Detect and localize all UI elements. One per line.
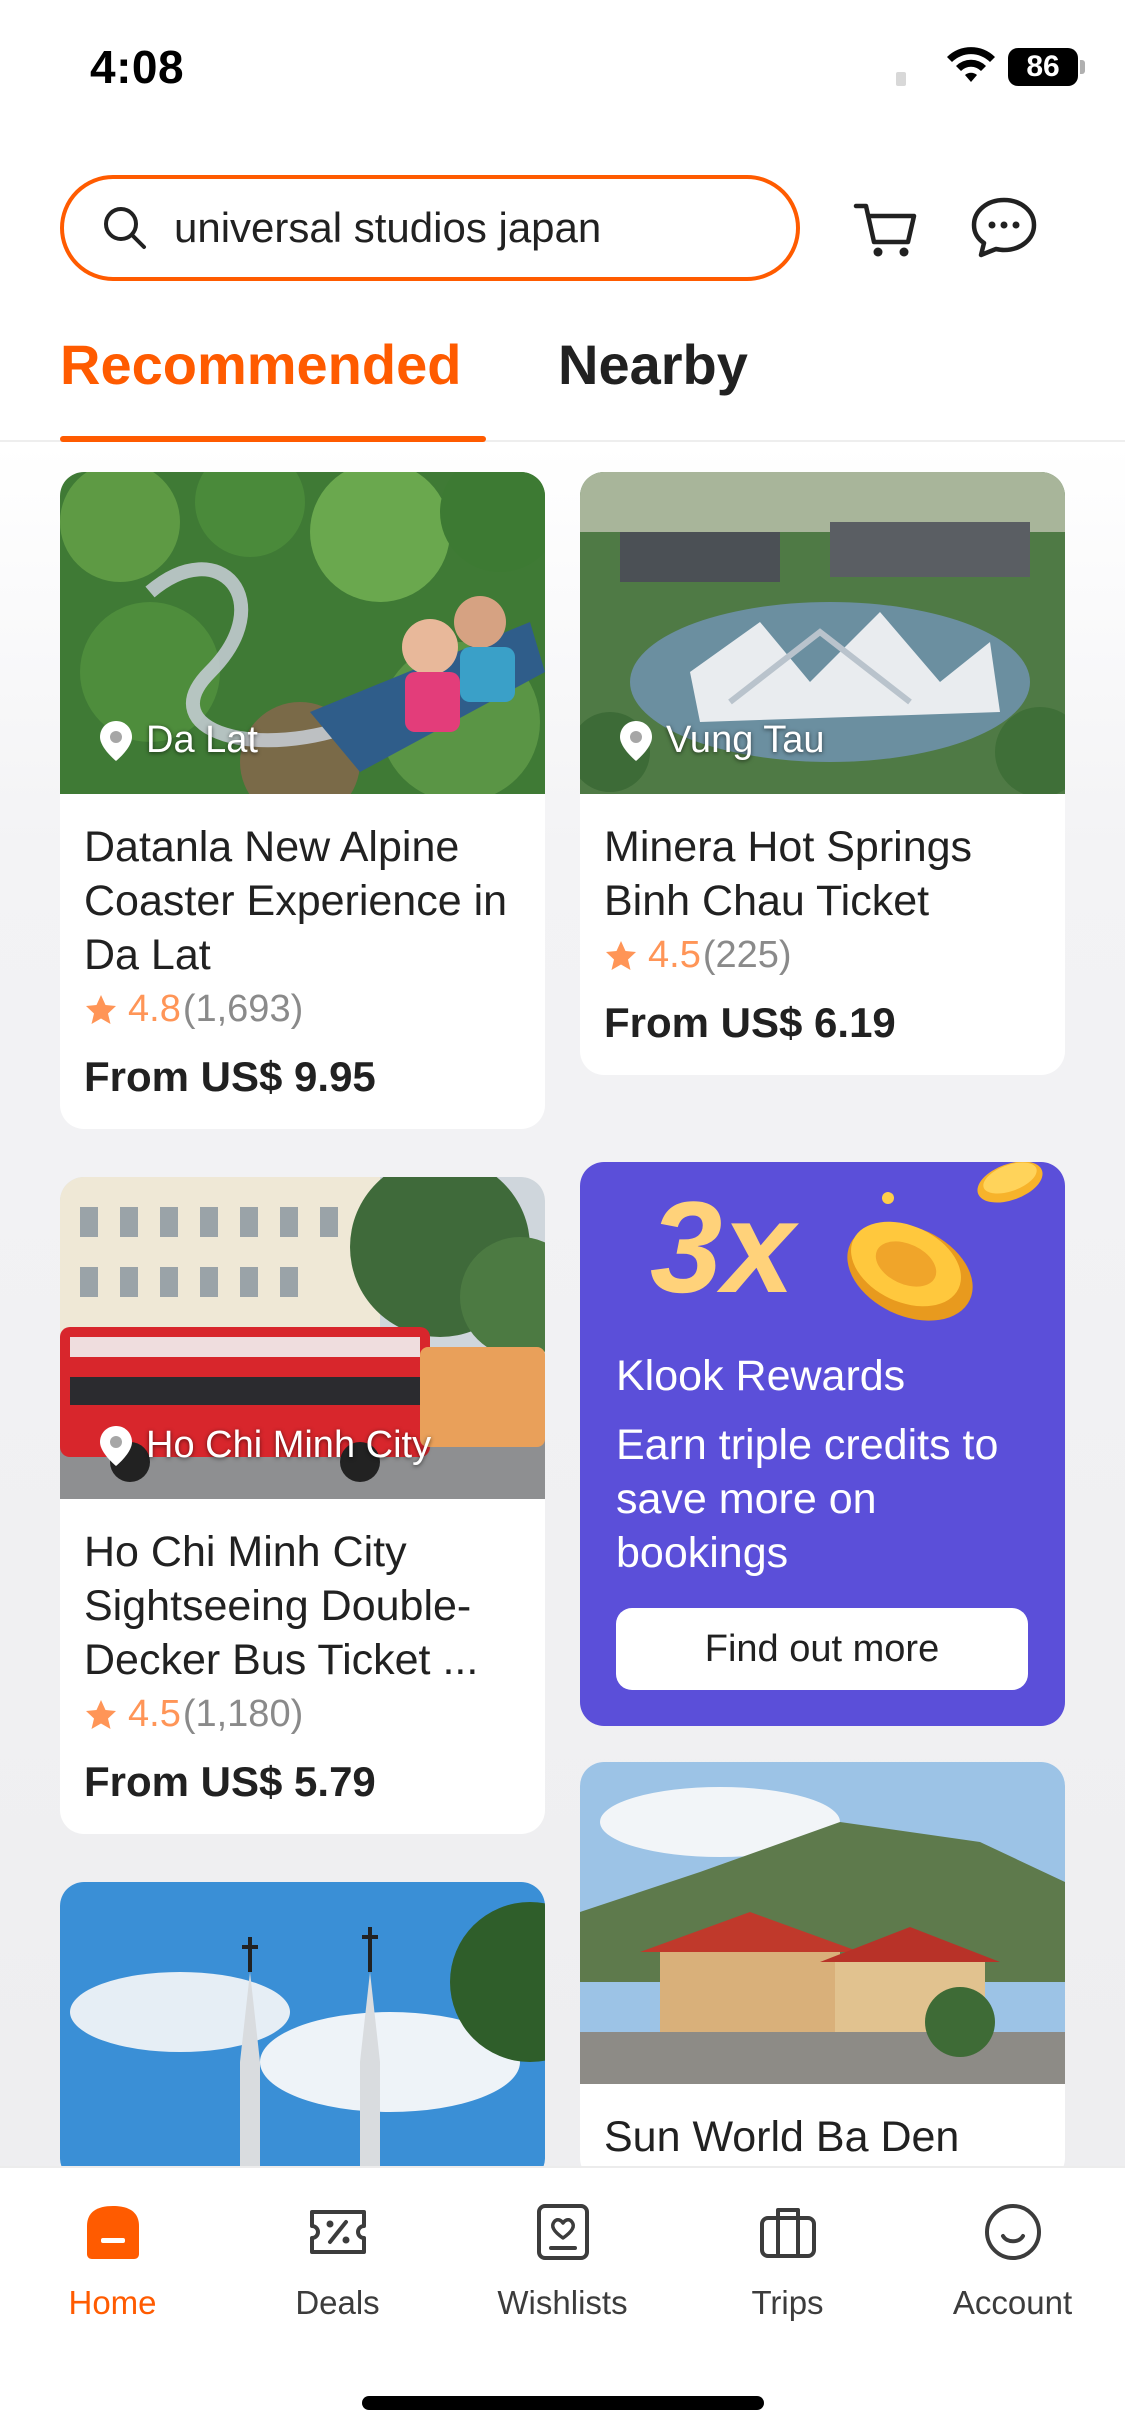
signal-dot xyxy=(896,72,906,86)
location-label: Da Lat xyxy=(146,719,258,761)
tab-recommended[interactable]: Recommended xyxy=(60,332,461,397)
card-image xyxy=(60,1882,545,2166)
card-price: From US$ 5.79 xyxy=(84,1758,376,1805)
location-label: Ho Chi Minh City xyxy=(146,1424,432,1466)
coin-icon xyxy=(847,1162,1043,1321)
review-count: (225) xyxy=(702,934,792,976)
find-out-more-button[interactable]: Find out more xyxy=(616,1608,1028,1690)
wishlist-icon xyxy=(536,2204,589,2260)
nav-home[interactable]: Home xyxy=(0,2200,225,2322)
card-title: Datanla New Alpine Coaster Experience in… xyxy=(84,823,508,979)
status-time: 4:08 xyxy=(90,41,185,93)
nav-label: Account xyxy=(952,2284,1073,2321)
cart-button[interactable] xyxy=(848,190,924,266)
temple-photo xyxy=(580,1762,1065,2084)
rating-value: 4.5 xyxy=(648,934,701,976)
card-price: From US$ 9.95 xyxy=(84,1053,376,1100)
star-icon xyxy=(86,1699,116,1729)
deals-icon xyxy=(309,2210,366,2254)
location-pin-icon xyxy=(100,720,132,761)
star-icon xyxy=(86,994,116,1024)
card-title: Ho Chi Minh City Sightseeing Double-Deck… xyxy=(84,1528,479,1684)
nav-label: Home xyxy=(68,2284,157,2321)
card-rating: 4.5 (225) xyxy=(604,934,1041,977)
battery-indicator: 86 xyxy=(1008,48,1078,86)
activity-card-sun-world[interactable]: Sun World Ba Den xyxy=(580,1762,1065,2166)
nav-label: Deals xyxy=(295,2284,380,2321)
card-rating: 4.8 (1,693) xyxy=(84,988,521,1031)
trips-icon xyxy=(759,2208,816,2258)
nav-label: Wishlists xyxy=(497,2284,628,2321)
location-pin-icon xyxy=(620,720,652,761)
account-icon xyxy=(984,2204,1041,2260)
promo-multiplier: 3x xyxy=(650,1174,795,1320)
search-query: universal studios japan xyxy=(174,204,602,251)
recommendation-feed[interactable]: Da Lat Datanla New Alpine Coaster Experi… xyxy=(0,444,1125,2166)
activity-card-sightseeing-bus[interactable]: Ho Chi Minh City Ho Chi Minh City Sights… xyxy=(60,1177,545,1834)
card-price: From US$ 6.19 xyxy=(604,999,896,1046)
activity-card-minera[interactable]: Vung Tau Minera Hot Springs Binh Chau Ti… xyxy=(580,472,1065,1075)
cathedral-photo xyxy=(60,1882,545,2166)
card-image: Da Lat xyxy=(60,472,545,794)
nav-wishlists[interactable]: Wishlists xyxy=(450,2200,675,2322)
card-title: Minera Hot Springs Binh Chau Ticket xyxy=(604,823,973,925)
activity-card-datanla[interactable]: Da Lat Datanla New Alpine Coaster Experi… xyxy=(60,472,545,1129)
review-count: (1,693) xyxy=(182,988,304,1030)
search-input[interactable]: universal studios japan xyxy=(60,175,800,281)
klook-rewards-banner[interactable]: 3x Klook Rewards Earn triple credits to … xyxy=(580,1162,1065,1726)
nav-account[interactable]: Account xyxy=(900,2200,1125,2322)
home-indicator[interactable] xyxy=(362,2396,764,2410)
star-icon xyxy=(606,940,636,970)
rating-value: 4.8 xyxy=(128,988,181,1030)
promo-title: Klook Rewards xyxy=(616,1352,906,1400)
home-icon xyxy=(86,2206,139,2259)
location-label: Vung Tau xyxy=(666,719,825,761)
card-title: Sun World Ba Den xyxy=(604,2113,960,2161)
chat-icon xyxy=(971,197,1037,258)
active-tab-indicator xyxy=(60,436,486,442)
card-location: Da Lat xyxy=(100,719,258,762)
card-location: Ho Chi Minh City xyxy=(100,1424,431,1467)
card-rating: 4.5 (1,180) xyxy=(84,1693,521,1736)
card-location: Vung Tau xyxy=(620,719,824,762)
nav-trips[interactable]: Trips xyxy=(675,2200,900,2322)
messages-button[interactable] xyxy=(966,190,1042,266)
promo-description: Earn triple credits to save more on book… xyxy=(616,1421,999,1577)
battery-cap xyxy=(1080,60,1085,74)
nav-deals[interactable]: Deals xyxy=(225,2200,450,2322)
location-pin-icon xyxy=(100,1425,132,1466)
search-icon xyxy=(104,207,146,249)
rating-value: 4.5 xyxy=(128,1693,181,1735)
tab-bar: Recommended Nearby xyxy=(0,320,1125,442)
wifi-icon xyxy=(947,47,995,82)
card-image: Vung Tau xyxy=(580,472,1065,794)
tab-nearby[interactable]: Nearby xyxy=(558,332,748,397)
cart-icon xyxy=(853,203,917,257)
card-image: Ho Chi Minh City xyxy=(60,1177,545,1499)
card-image xyxy=(580,1762,1065,2084)
status-bar: 4:08 86 xyxy=(0,0,1125,140)
review-count: (1,180) xyxy=(182,1693,304,1735)
nav-label: Trips xyxy=(751,2284,824,2321)
activity-card-cathedral[interactable] xyxy=(60,1882,545,2166)
